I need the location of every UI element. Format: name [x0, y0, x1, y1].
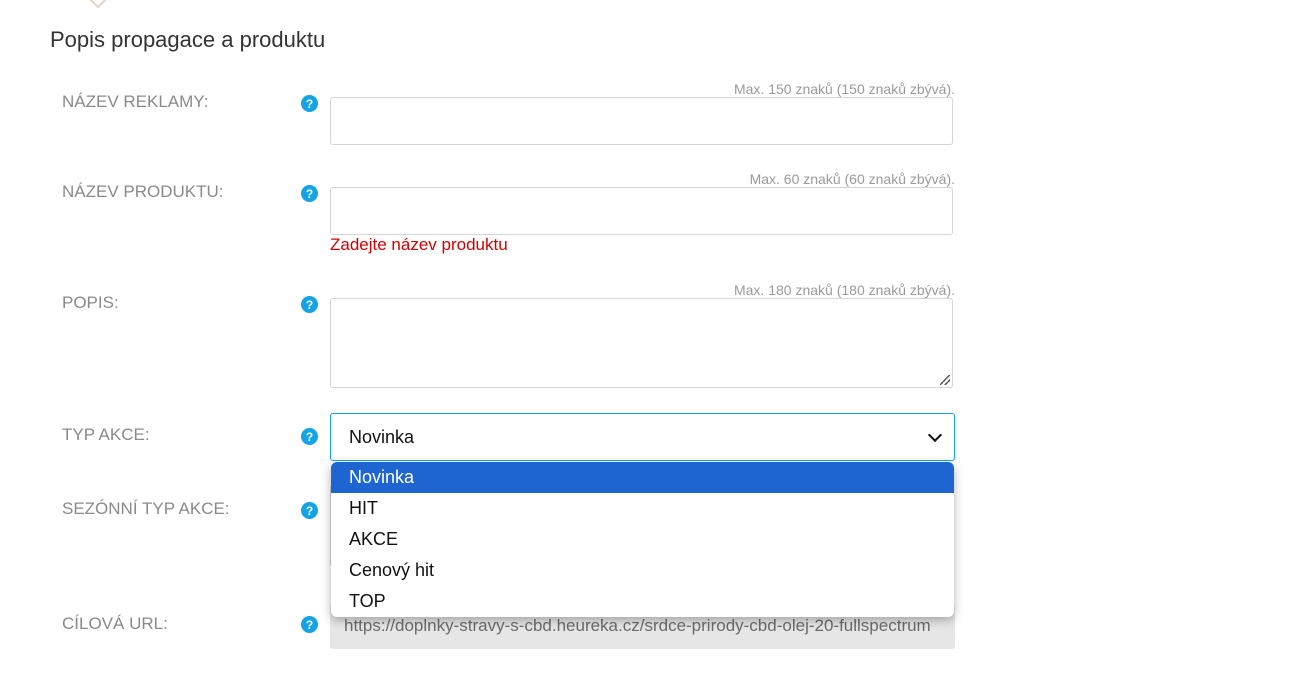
- target-url-help-icon[interactable]: ?: [301, 616, 318, 633]
- action-type-label: TYP AKCE:: [62, 425, 150, 444]
- product-name-input[interactable]: [330, 187, 953, 235]
- product-name-counter: Max. 60 znaků (60 znaků zbývá).: [749, 171, 955, 187]
- product-name-error: Zadejte název produktu: [330, 235, 508, 254]
- action-type-select[interactable]: Novinka: [330, 413, 955, 461]
- option-cenovy-hit[interactable]: Cenový hit: [331, 555, 954, 586]
- form-page: Popis propagace a produktu NÁZEV REKLAMY…: [0, 0, 1305, 679]
- description-counter: Max. 180 znaků (180 znaků zbývá).: [733, 282, 955, 298]
- top-arrow-decoration: [89, 0, 107, 9]
- ad-name-counter: Max. 150 znaků (150 znaků zbývá).: [733, 81, 955, 97]
- description-textarea[interactable]: [330, 298, 953, 388]
- action-type-dropdown-list: Novinka HIT AKCE Cenový hit TOP: [331, 462, 954, 617]
- ad-name-help-icon[interactable]: ?: [301, 95, 318, 112]
- option-akce[interactable]: AKCE: [331, 524, 954, 555]
- description-label: POPIS:: [62, 293, 119, 312]
- product-name-help-icon[interactable]: ?: [301, 185, 318, 202]
- description-help-icon[interactable]: ?: [301, 296, 318, 313]
- ad-name-label: NÁZEV REKLAMY:: [62, 92, 209, 111]
- resize-grip-icon[interactable]: [940, 375, 950, 385]
- ad-name-input[interactable]: [330, 97, 953, 145]
- chevron-down-icon: [927, 427, 943, 443]
- seasonal-action-type-help-icon[interactable]: ?: [301, 502, 318, 519]
- option-novinka[interactable]: Novinka: [331, 462, 954, 493]
- product-name-label: NÁZEV PRODUKTU:: [62, 182, 224, 201]
- action-type-help-icon[interactable]: ?: [301, 428, 318, 445]
- section-title: Popis propagace a produktu: [50, 27, 326, 52]
- target-url-label: CÍLOVÁ URL:: [62, 614, 168, 633]
- option-hit[interactable]: HIT: [331, 493, 954, 524]
- seasonal-action-type-label: SEZÓNNÍ TYP AKCE:: [62, 499, 230, 518]
- option-top[interactable]: TOP: [331, 586, 954, 617]
- action-type-selected-value: Novinka: [349, 426, 415, 447]
